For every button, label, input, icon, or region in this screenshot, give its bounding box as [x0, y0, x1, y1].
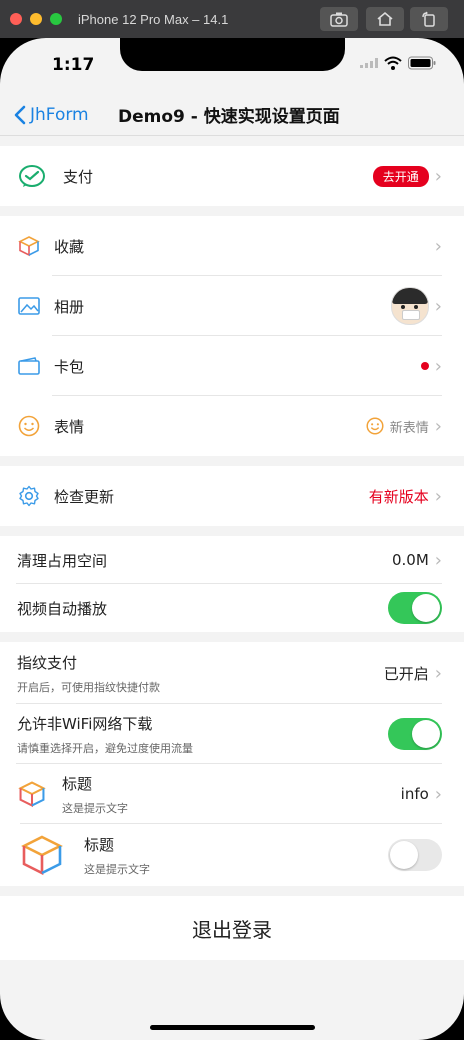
favorite-row[interactable]: 收藏 › [0, 216, 464, 276]
pay-row[interactable]: 支付 去开通 › [0, 146, 464, 206]
cellular-signal-icon [360, 58, 378, 68]
home-icon [377, 11, 393, 26]
wallet-icon [18, 357, 40, 375]
chevron-right-icon: › [434, 295, 442, 317]
clear-cache-label: 清理占用空间 [17, 551, 108, 570]
close-window-button[interactable] [10, 13, 22, 25]
wifi-download-subtitle: 请慎重选择开启，避免过度使用流量 [17, 741, 193, 755]
cube-icon [18, 781, 46, 808]
smiley-icon [18, 415, 40, 437]
logout-button[interactable]: 退出登录 [0, 896, 464, 960]
chevron-right-icon: › [434, 783, 442, 805]
red-dot-badge [420, 362, 429, 370]
zoom-window-button[interactable] [50, 13, 62, 25]
chevron-left-icon [14, 105, 26, 124]
chevron-right-icon: › [434, 355, 442, 377]
wechat-pay-icon [19, 165, 45, 187]
cards-label: 卡包 [54, 357, 85, 376]
autoplay-label: 视频自动播放 [17, 599, 108, 618]
favorite-label: 收藏 [54, 237, 85, 256]
title-info-row[interactable]: 标题 这是提示文字 info › [0, 764, 464, 824]
pay-group: 支付 去开通 › [0, 146, 464, 206]
title-switch-subtitle: 这是提示文字 [84, 862, 150, 876]
wifi-download-toggle[interactable] [388, 718, 442, 750]
cube-icon [18, 236, 40, 257]
back-label: JhForm [30, 104, 89, 125]
cube-large-icon [21, 835, 63, 876]
rotate-icon [422, 11, 435, 27]
update-row[interactable]: 检查更新 有新版本 › [0, 466, 464, 526]
logout-label: 退出登录 [192, 917, 272, 942]
chevron-right-icon: › [434, 485, 442, 507]
title-switch-row: 标题 这是提示文字 [0, 824, 464, 886]
pay-label: 支付 [63, 167, 94, 186]
logout-group: 退出登录 [0, 896, 464, 960]
chevron-right-icon: › [434, 549, 442, 571]
wifi-download-row: 允许非WiFi网络下载 请慎重选择开启，避免过度使用流量 [0, 704, 464, 764]
update-group: 检查更新 有新版本 › [0, 466, 464, 526]
fingerprint-value: 已开启 [383, 664, 429, 683]
fingerprint-row[interactable]: 指纹支付 开启后，可使用指纹快捷付款 已开启 › [0, 642, 464, 704]
autoplay-row: 视频自动播放 [0, 584, 464, 632]
open-badge: 去开通 [372, 165, 429, 187]
storage-group: 清理占用空间 0.0M › 视频自动播放 [0, 536, 464, 632]
back-button[interactable]: JhForm [14, 105, 89, 125]
emoji-row[interactable]: 表情 新表情 › [0, 396, 464, 456]
fingerprint-subtitle: 开启后，可使用指纹快捷付款 [17, 680, 160, 694]
album-label: 相册 [54, 297, 85, 316]
title-info-label: 标题 [62, 774, 93, 793]
phone-screen: 1:17 JhForm Demo9 - 快速实现设置页面 支付 去开通 › 收藏… [0, 38, 464, 1040]
status-time: 1:17 [52, 55, 95, 75]
update-label: 检查更新 [54, 487, 115, 506]
wifi-icon [384, 56, 402, 70]
wifi-download-label: 允许非WiFi网络下载 [17, 714, 153, 733]
rotate-button[interactable] [410, 7, 448, 31]
title-toggle[interactable] [388, 839, 442, 871]
clear-cache-row[interactable]: 清理占用空间 0.0M › [0, 536, 464, 584]
chevron-right-icon: › [434, 415, 442, 437]
cards-row[interactable]: 卡包 › [0, 336, 464, 396]
emoji-value: 新表情 [389, 420, 429, 436]
page-title: Demo9 - 快速实现设置页面 [118, 107, 340, 127]
autoplay-toggle[interactable] [388, 592, 442, 624]
photo-album-icon [18, 297, 40, 315]
chevron-right-icon: › [434, 235, 442, 257]
title-info-value: info [400, 785, 429, 803]
emoji-label: 表情 [54, 417, 85, 436]
media-group: 收藏 › 相册 › 卡包 › 表情 新表情 › [0, 216, 464, 456]
album-row[interactable]: 相册 › [0, 276, 464, 336]
title-info-subtitle: 这是提示文字 [62, 801, 128, 815]
screenshot-button[interactable] [320, 7, 358, 31]
camera-icon [330, 12, 348, 27]
simulator-title: iPhone 12 Pro Max – 14.1 [78, 11, 229, 27]
fingerprint-label: 指纹支付 [17, 653, 78, 672]
title-switch-label: 标题 [84, 835, 115, 854]
navigation-bar: JhForm Demo9 - 快速实现设置页面 [0, 94, 464, 136]
battery-icon [408, 56, 436, 70]
avatar [390, 287, 429, 325]
advanced-group: 指纹支付 开启后，可使用指纹快捷付款 已开启 › 允许非WiFi网络下载 请慎重… [0, 642, 464, 886]
home-indicator [150, 1025, 315, 1030]
status-icons [360, 56, 436, 70]
cache-size: 0.0M [392, 551, 429, 569]
chevron-right-icon: › [434, 165, 442, 187]
gear-icon [19, 485, 39, 507]
smiley-small-icon [366, 417, 384, 435]
minimize-window-button[interactable] [30, 13, 42, 25]
home-button[interactable] [366, 7, 404, 31]
chevron-right-icon: › [434, 662, 442, 684]
simulator-toolbar: iPhone 12 Pro Max – 14.1 [0, 0, 464, 38]
notch [120, 38, 345, 71]
update-value: 有新版本 [368, 487, 429, 506]
